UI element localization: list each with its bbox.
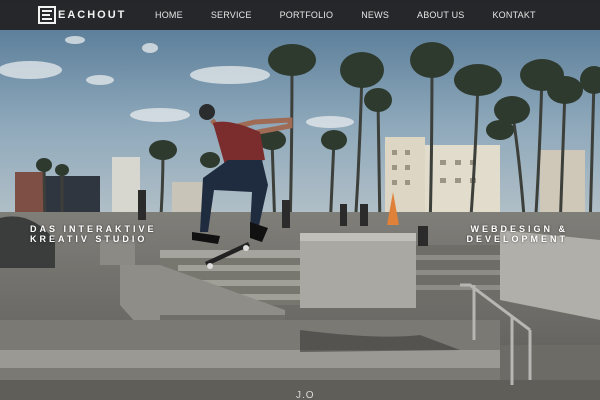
tagline-left-line2: KREATIV STUDIO [30, 234, 148, 244]
nav-item-kontakt[interactable]: KONTAKT [492, 10, 535, 20]
nav-item-service[interactable]: SERVICE [211, 10, 252, 20]
brand-logo[interactable]: EACHOUT [38, 5, 126, 25]
nav-item-home[interactable]: HOME [155, 10, 183, 20]
top-navbar: EACHOUT HOME SERVICE PORTFOLIO NEWS ABOU… [0, 0, 600, 30]
hero-tagline-left: DAS INTERAKTIVE KREATIV STUDIO [30, 224, 157, 244]
scroll-hint[interactable]: J.O [296, 390, 315, 400]
e-square-logo-icon [38, 6, 56, 24]
hero-tagline-right: WEBDESIGN & DEVELOPMENT [466, 224, 568, 244]
hero-photo [0, 0, 600, 400]
nav-item-portfolio[interactable]: PORTFOLIO [280, 10, 334, 20]
main-menu: HOME SERVICE PORTFOLIO NEWS ABOUT US KON… [155, 0, 564, 30]
tagline-left-line1: DAS INTERAKTIVE [30, 224, 157, 234]
tagline-right-line2: DEVELOPMENT [466, 234, 568, 244]
brand-name: EACHOUT [58, 9, 127, 21]
hero-banner: DAS INTERAKTIVE KREATIV STUDIO WEBDESIGN… [0, 0, 600, 400]
nav-item-news[interactable]: NEWS [361, 10, 389, 20]
tagline-right-line1: WEBDESIGN & [470, 224, 568, 234]
nav-item-about-us[interactable]: ABOUT US [417, 10, 464, 20]
